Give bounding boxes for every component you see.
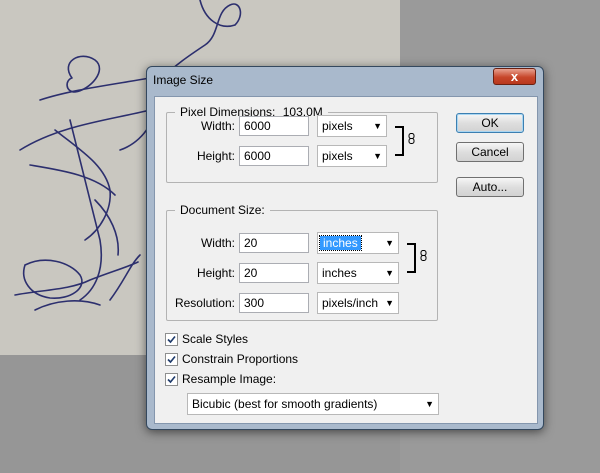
constrain-proportions-label: Constrain Proportions [182, 352, 299, 366]
pixel-link-bracket [395, 126, 404, 156]
resample-method-value: Bicubic (best for smooth gradients) [192, 397, 378, 411]
auto-button[interactable]: Auto... [456, 177, 524, 197]
chevron-down-icon: ▼ [385, 298, 394, 308]
close-button[interactable]: x [493, 68, 536, 85]
chevron-down-icon: ▼ [425, 399, 434, 409]
resample-image-label: Resample Image: [182, 372, 277, 386]
chevron-down-icon: ▼ [373, 151, 382, 161]
resolution-unit: pixels/inch [322, 296, 379, 310]
resolution-label: Resolution: [174, 296, 235, 310]
resample-image-checkbox[interactable] [165, 373, 178, 386]
doc-height-unit: inches [322, 266, 357, 280]
doc-width-value: 20 [244, 236, 258, 250]
checkmark-icon [167, 375, 176, 384]
doc-height-label: Height: [196, 266, 235, 280]
pixel-height-label: Height: [196, 149, 235, 163]
doc-height-unit-select[interactable]: inches ▼ [317, 262, 399, 284]
pixel-height-unit: pixels [322, 149, 353, 163]
chain-link-icon [420, 250, 427, 261]
pixel-width-unit: pixels [322, 119, 353, 133]
doc-width-input[interactable]: 20 [239, 233, 309, 253]
doc-height-input[interactable]: 20 [239, 263, 309, 283]
pixel-width-label: Width: [200, 119, 235, 133]
doc-height-value: 20 [244, 266, 258, 280]
doc-width-unit-select[interactable]: inches ▼ [317, 232, 399, 254]
scale-styles-label: Scale Styles [182, 332, 249, 346]
resolution-input[interactable]: 300 [239, 293, 309, 313]
resolution-unit-select[interactable]: pixels/inch ▼ [317, 292, 399, 314]
doc-width-label: Width: [200, 236, 235, 250]
checkmark-icon [167, 335, 176, 344]
close-icon: x [510, 69, 519, 84]
chevron-down-icon: ▼ [385, 268, 394, 278]
doc-width-unit: inches [319, 235, 362, 251]
document-link-bracket [407, 243, 416, 273]
checkmark-icon [167, 355, 176, 364]
pixel-width-value: 6000 [244, 119, 271, 133]
resolution-value: 300 [244, 296, 265, 310]
pixel-height-unit-select[interactable]: pixels ▼ [317, 145, 387, 167]
pixel-width-unit-select[interactable]: pixels ▼ [317, 115, 387, 137]
pixel-height-input[interactable]: 6000 [239, 146, 309, 166]
resample-method-select[interactable]: Bicubic (best for smooth gradients) ▼ [187, 393, 439, 415]
dialog-title: Image Size [153, 73, 214, 87]
document-size-legend: Document Size: [180, 203, 265, 217]
dialog-client: Pixel Dimensions: 103.0M Width: 6000 pix… [154, 96, 538, 424]
cancel-button[interactable]: Cancel [456, 142, 524, 162]
image-size-dialog: Image Size x Pixel Dimensions: 103.0M Wi… [146, 66, 544, 430]
constrain-proportions-checkbox[interactable] [165, 353, 178, 366]
chevron-down-icon: ▼ [373, 121, 382, 131]
dialog-titlebar[interactable]: Image Size x [147, 67, 543, 91]
scale-styles-checkbox[interactable] [165, 333, 178, 346]
pixel-height-value: 6000 [244, 149, 271, 163]
ok-button[interactable]: OK [456, 113, 524, 133]
chevron-down-icon: ▼ [385, 238, 394, 248]
pixel-width-input[interactable]: 6000 [239, 116, 309, 136]
chain-link-icon [408, 133, 415, 144]
